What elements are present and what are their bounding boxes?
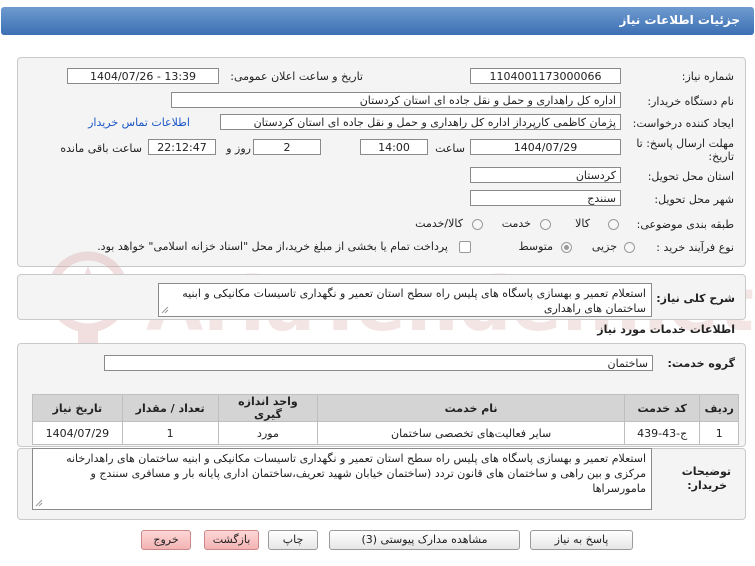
days-label: روز و	[226, 142, 251, 155]
col-need-date: تاریخ نیاز	[32, 394, 123, 422]
process-minor-label: جزیی	[591, 240, 617, 253]
summary-textarea: استعلام تعمیر و بهسازی پاسگاه های پلیس ر…	[158, 283, 652, 317]
deadline-label: مهلت ارسال پاسخ: تا	[636, 137, 734, 150]
buyer-notes-label-2: خریدار:	[687, 479, 727, 492]
quantity: 1	[121, 421, 219, 445]
col-service-name: نام خدمت	[317, 394, 625, 422]
category-goods-radio[interactable]	[608, 219, 619, 230]
services-table: ردیف کد خدمت نام خدمت واحد اندازه گیری ت…	[32, 394, 739, 445]
category-goods-service-radio[interactable]	[472, 219, 483, 230]
category-goods-service-label: کالا/خدمت	[415, 217, 463, 230]
category-service-radio[interactable]	[540, 219, 551, 230]
service-group-label: گروه خدمت:	[667, 357, 735, 370]
header-bar: جزئیات اطلاعات نیاز	[1, 7, 754, 35]
summary-text: استعلام تعمیر و بهسازی پاسگاه های پلیس ر…	[182, 287, 646, 315]
need-number-label: شماره نیاز:	[681, 70, 734, 83]
service-code: ج-43-439	[623, 421, 701, 445]
remaining-time-field: 22:12:47	[148, 139, 216, 155]
service-name: سایر فعالیت‌های تخصصی ساختمان	[317, 421, 625, 445]
col-quantity: تعداد / مقدار	[121, 394, 219, 422]
unit: مورد	[217, 421, 319, 445]
col-unit: واحد اندازه گیری	[217, 394, 319, 422]
page-header: جزئیات اطلاعات نیاز	[0, 0, 755, 38]
exit-button[interactable]: خروج	[141, 530, 191, 550]
buyer-notes-textarea: استعلام تعمیر و بهسازی پاسگاه های پلیس ر…	[32, 448, 652, 510]
announce-date-label: تاریخ و ساعت اعلان عمومی:	[230, 70, 363, 83]
remaining-time-label: ساعت باقی مانده	[60, 142, 142, 155]
back-button[interactable]: بازگشت	[204, 530, 259, 550]
need-number-field: 1104001173000066	[470, 68, 621, 84]
buyer-notes-label: توضیحات	[681, 465, 731, 478]
need-date: 1404/07/29	[32, 421, 123, 445]
row-number: 1	[699, 421, 739, 445]
days-remaining-field: 2	[253, 139, 321, 155]
page-title: جزئیات اطلاعات نیاز	[619, 13, 740, 27]
resize-handle-icon[interactable]	[35, 499, 43, 507]
creator-field: پژمان کاظمی کارپرداز اداره کل راهداری و …	[220, 114, 621, 130]
resize-handle-icon[interactable]	[161, 306, 169, 314]
province-label: استان محل تحویل:	[647, 170, 734, 183]
category-goods-label: کالا	[575, 217, 590, 230]
buyer-org-field: اداره کل راهداری و حمل و نقل جاده ای است…	[171, 92, 621, 108]
creator-label: ایجاد کننده درخواست:	[632, 117, 734, 130]
city-label: شهر محل تحویل:	[654, 193, 734, 206]
deadline-date-label: تاریخ:	[708, 150, 734, 163]
table-row: 1 ج-43-439 سایر فعالیت‌های تخصصی ساختمان…	[32, 421, 739, 445]
buyer-org-label: نام دستگاه خریدار:	[647, 95, 734, 108]
table-header-row: ردیف کد خدمت نام خدمت واحد اندازه گیری ت…	[32, 394, 739, 422]
deadline-date-field: 1404/07/29	[470, 139, 621, 155]
announce-date-field: 1404/07/26 - 13:39	[67, 68, 219, 84]
buyer-contact-link[interactable]: اطلاعات تماس خریدار	[88, 116, 190, 129]
deadline-time-field: 14:00	[360, 139, 428, 155]
services-section-title: اطلاعات خدمات مورد نیاز	[597, 323, 735, 336]
reply-button[interactable]: پاسخ به نیاز	[530, 530, 633, 550]
deadline-time-label: ساعت	[435, 142, 465, 155]
category-service-label: خدمت	[501, 217, 531, 230]
process-minor-radio[interactable]	[624, 242, 635, 253]
col-row: ردیف	[699, 394, 739, 422]
province-field: کردستان	[470, 167, 621, 183]
process-type-label: نوع فرآیند خرید :	[656, 241, 734, 254]
process-medium-label: متوسط	[518, 240, 553, 253]
col-service-code: کد خدمت	[623, 394, 701, 422]
summary-label: شرح کلی نیاز:	[656, 292, 735, 305]
city-field: سنندج	[470, 190, 621, 206]
service-group-field: ساختمان	[104, 355, 653, 371]
category-label: طبقه بندی موضوعی:	[636, 218, 734, 231]
treasury-payment-note: پرداخت تمام یا بخشی از مبلغ خرید،از محل …	[97, 240, 448, 253]
need-info-panel	[17, 57, 746, 267]
view-attachments-button[interactable]: مشاهده مدارک پیوستی (3)	[329, 530, 520, 550]
buyer-notes-text: استعلام تعمیر و بهسازی پاسگاه های پلیس ر…	[66, 452, 646, 495]
process-medium-radio[interactable]	[561, 242, 572, 253]
print-button[interactable]: چاپ	[268, 530, 318, 550]
treasury-payment-checkbox[interactable]	[459, 241, 471, 253]
